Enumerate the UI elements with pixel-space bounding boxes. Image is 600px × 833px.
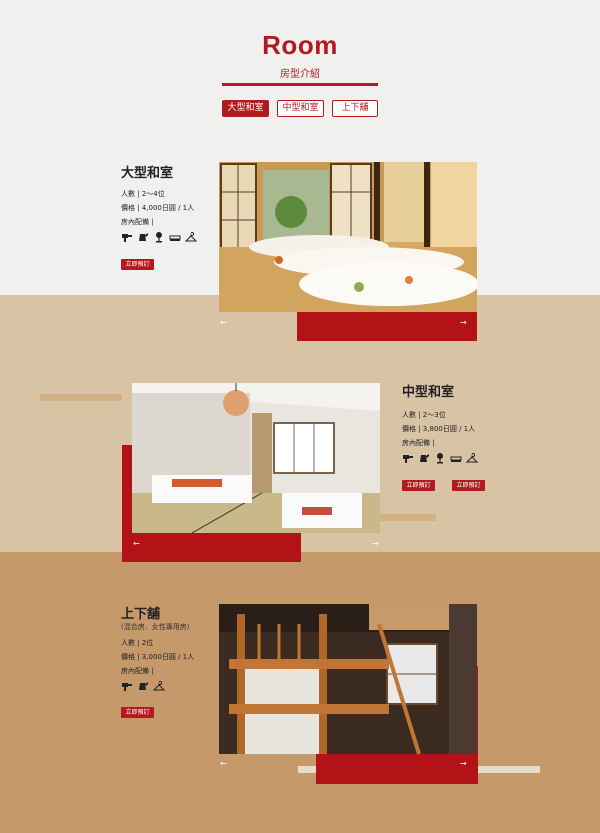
room-price: 價格 | 4,000日圓 / 1人 (121, 204, 195, 212)
amenity-icons (121, 231, 197, 243)
page-title: Room (262, 30, 338, 60)
room-photo-large-washitsu[interactable] (219, 162, 477, 312)
carousel-next-arrow[interactable]: → (372, 539, 379, 548)
hanger-icon (466, 453, 478, 463)
carousel-next-arrow[interactable]: → (460, 759, 467, 768)
room-name: 大型和室 (121, 166, 174, 181)
hanger-icon (153, 681, 165, 691)
futon-icon (450, 456, 462, 462)
book-now-button[interactable]: 立即預訂 (402, 480, 435, 491)
page-subtitle: 房型介紹 (280, 69, 320, 80)
hairdryer-icon (403, 455, 413, 463)
room-amenities-label: 房內配備 | (121, 667, 154, 675)
room-capacity: 人數 | 2位 (121, 639, 154, 647)
room-capacity: 人數 | 2～3位 (402, 411, 446, 419)
hanger-icon (185, 232, 197, 242)
room-capacity: 人數 | 2～4位 (121, 190, 165, 198)
room-note: (混合房．女性專用房) (121, 623, 190, 631)
amenity-icons (121, 680, 165, 692)
decor-strip (40, 394, 122, 401)
book-now-button[interactable]: 立即預訂 (121, 707, 154, 718)
kettle-icon (139, 233, 148, 241)
kettle-icon (420, 454, 429, 462)
kettle-icon (139, 682, 148, 690)
book-now-button[interactable]: 立即預訂 (121, 259, 154, 270)
tab-large-washitsu[interactable]: 大型和室 (222, 100, 269, 117)
amenity-icons (402, 452, 478, 464)
decor-strip (380, 514, 436, 521)
room-amenities-label: 房內配備 | (402, 439, 435, 447)
hairdryer-icon (122, 234, 132, 242)
room-price: 價格 | 3,800日圓 / 1人 (402, 425, 476, 433)
room-name: 中型和室 (402, 385, 455, 400)
hairdryer-icon (122, 683, 132, 691)
tab-medium-washitsu[interactable]: 中型和室 (277, 100, 324, 117)
carousel-prev-arrow[interactable]: ← (220, 318, 227, 327)
decor-accent-block (316, 753, 478, 784)
lamp-icon (437, 453, 443, 464)
room-photo-medium-washitsu[interactable] (132, 383, 380, 533)
carousel-prev-arrow[interactable]: ← (133, 539, 140, 548)
book-now-button[interactable]: 立即預訂 (452, 480, 485, 491)
room-photo-bunk-bed[interactable] (219, 604, 477, 754)
room-price: 價格 | 3,000日圓 / 1人 (121, 653, 195, 661)
carousel-next-arrow[interactable]: → (460, 318, 467, 327)
tab-bunk-bed[interactable]: 上下舖 (332, 100, 378, 117)
carousel-prev-arrow[interactable]: ← (220, 759, 227, 768)
room-name: 上下舖 (121, 607, 161, 622)
title-divider (222, 83, 378, 86)
lamp-icon (156, 232, 162, 243)
room-amenities-label: 房內配備 | (121, 218, 154, 226)
futon-icon (169, 235, 181, 241)
